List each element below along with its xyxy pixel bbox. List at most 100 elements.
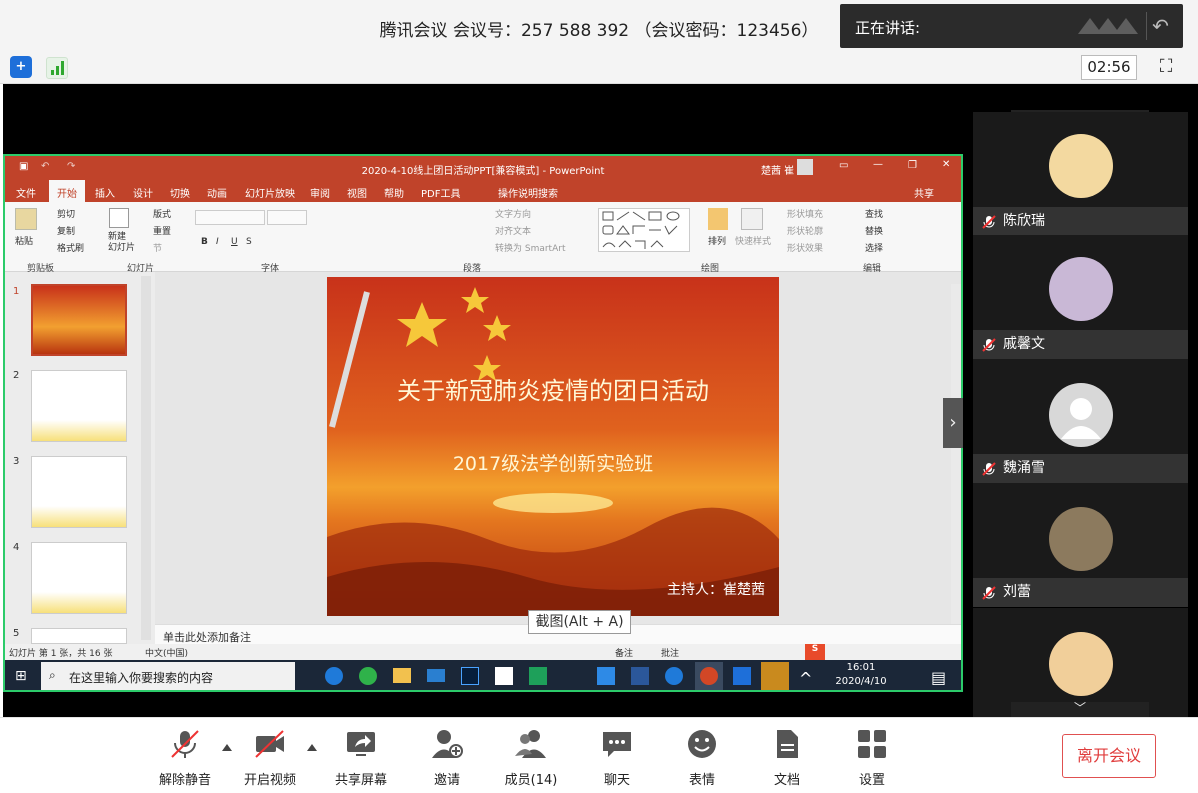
- photoshop-icon[interactable]: [461, 667, 479, 685]
- align-text-button[interactable]: 对齐文本: [495, 224, 531, 237]
- security-shield-icon[interactable]: +: [10, 56, 32, 78]
- pinned-app-icon[interactable]: [761, 662, 789, 690]
- participant-tile[interactable]: 戚馨文: [973, 235, 1188, 359]
- share-button[interactable]: 共享: [914, 185, 934, 200]
- powerpoint-taskbar-item[interactable]: [695, 662, 723, 690]
- shape-effects-button[interactable]: 形状效果: [787, 241, 823, 254]
- ie-icon[interactable]: [665, 667, 683, 685]
- slide-thumbnail[interactable]: [31, 370, 127, 442]
- collapse-speaking-icon[interactable]: ↶: [1146, 12, 1174, 40]
- copy-button[interactable]: 复制: [57, 224, 75, 237]
- mail-icon[interactable]: [427, 669, 445, 682]
- user-avatar[interactable]: [797, 159, 813, 175]
- scroll-down-chevron-icon[interactable]: ﹀: [1011, 702, 1149, 717]
- ribbon-display-icon[interactable]: ▭: [839, 160, 848, 171]
- select-button[interactable]: 选择: [865, 241, 883, 254]
- tab-view[interactable]: 视图: [347, 185, 367, 200]
- chat-button[interactable]: 聊天: [582, 727, 652, 788]
- font-name-select[interactable]: [195, 210, 265, 225]
- tencent-meeting-icon[interactable]: [733, 667, 751, 685]
- tab-design[interactable]: 设计: [133, 185, 153, 200]
- participant-tile[interactable]: 陈欣瑞: [973, 112, 1188, 236]
- word-icon[interactable]: [631, 667, 649, 685]
- settings-button[interactable]: 设置: [837, 727, 907, 788]
- slide-thumbnail[interactable]: [31, 542, 127, 614]
- close-icon[interactable]: ✕: [942, 159, 950, 170]
- comments-toggle[interactable]: 批注: [661, 646, 679, 659]
- tab-review[interactable]: 审阅: [310, 185, 330, 200]
- file-explorer-icon[interactable]: [393, 668, 411, 683]
- italic-button[interactable]: I: [216, 237, 219, 247]
- sogou-ime-icon[interactable]: S: [805, 644, 825, 660]
- font-size-select[interactable]: [267, 210, 307, 225]
- shape-outline-button[interactable]: 形状轮廓: [787, 224, 823, 237]
- shapes-gallery[interactable]: [598, 208, 690, 252]
- participant-tile[interactable]: 刘蕾: [973, 483, 1188, 607]
- shape-fill-button[interactable]: 形状填充: [787, 207, 823, 220]
- new-slide-icon[interactable]: [109, 208, 129, 228]
- fullscreen-icon[interactable]: ⛶: [1155, 56, 1177, 78]
- tab-pdf-tools[interactable]: PDF工具: [421, 185, 460, 200]
- taskbar-time[interactable]: 16:01: [831, 662, 891, 673]
- tab-animations[interactable]: 动画: [207, 185, 227, 200]
- language-status[interactable]: 中文(中国): [145, 646, 188, 659]
- audio-options-caret-icon[interactable]: [222, 744, 232, 751]
- emoji-button[interactable]: 表情: [667, 727, 737, 788]
- slide-scrollbar[interactable]: [951, 284, 961, 624]
- minimize-icon[interactable]: —: [873, 159, 883, 170]
- app-360-icon[interactable]: [359, 667, 377, 685]
- slide-thumbnail[interactable]: [31, 284, 127, 356]
- layout-button[interactable]: 版式: [153, 207, 171, 220]
- next-page-arrow-icon[interactable]: ›: [943, 398, 963, 448]
- tray-chevron-icon[interactable]: ^: [799, 669, 812, 688]
- restore-icon[interactable]: ❐: [908, 160, 917, 171]
- tab-transitions[interactable]: 切换: [170, 185, 190, 200]
- tab-tell-me[interactable]: 操作说明搜索: [498, 185, 558, 200]
- leave-meeting-button[interactable]: 离开会议: [1062, 734, 1156, 778]
- tab-insert[interactable]: 插入: [95, 185, 115, 200]
- tab-file[interactable]: 文件: [16, 185, 36, 200]
- new-slide-button[interactable]: 新建 幻灯片: [108, 232, 135, 254]
- format-painter-button[interactable]: 格式刷: [57, 241, 84, 254]
- paste-button[interactable]: 粘贴: [15, 234, 33, 247]
- section-button[interactable]: 节: [153, 241, 162, 254]
- tab-home[interactable]: 开始: [49, 180, 85, 202]
- current-slide[interactable]: 关于新冠肺炎疫情的团日活动 2017级法学创新实验班 主持人：崔楚茜: [327, 277, 779, 616]
- video-options-caret-icon[interactable]: [307, 744, 317, 751]
- shadow-button[interactable]: S: [246, 237, 252, 247]
- docs-button[interactable]: 文档: [752, 727, 822, 788]
- arrange-icon[interactable]: [708, 208, 728, 230]
- zhi-app-icon[interactable]: [597, 667, 615, 685]
- edge-icon[interactable]: [325, 667, 343, 685]
- thumbs-scrollbar[interactable]: [141, 276, 151, 640]
- find-button[interactable]: 查找: [865, 207, 883, 220]
- network-signal-icon[interactable]: [46, 57, 68, 79]
- share-screen-button[interactable]: 共享屏幕: [326, 727, 396, 788]
- reset-button[interactable]: 重置: [153, 224, 171, 237]
- paste-icon[interactable]: [15, 208, 37, 230]
- quick-styles-button[interactable]: 快速样式: [735, 234, 771, 247]
- convert-smartart-button[interactable]: 转换为 SmartArt: [495, 241, 565, 254]
- taskbar-date[interactable]: 2020/4/10: [831, 676, 891, 687]
- invite-button[interactable]: 邀请: [412, 727, 482, 788]
- notes-toggle[interactable]: 备注: [615, 646, 633, 659]
- members-button[interactable]: 成员(14): [496, 727, 566, 788]
- taskbar-search[interactable]: ⌕ 在这里输入你要搜索的内容: [41, 662, 295, 690]
- replace-button[interactable]: 替换: [865, 224, 883, 237]
- windows-start-icon[interactable]: ⊞: [15, 668, 27, 684]
- participant-tile[interactable]: 魏涌雪: [973, 359, 1188, 483]
- underline-button[interactable]: U: [231, 237, 238, 247]
- tab-help[interactable]: 帮助: [384, 185, 404, 200]
- slide-thumbnail[interactable]: [31, 628, 127, 644]
- cut-button[interactable]: 剪切: [57, 207, 75, 220]
- security-app-icon[interactable]: [529, 667, 547, 685]
- text-direction-button[interactable]: 文字方向: [495, 207, 531, 220]
- quick-styles-icon[interactable]: [741, 208, 763, 230]
- action-center-icon[interactable]: ▤: [931, 668, 946, 687]
- arrange-button[interactable]: 排列: [708, 234, 726, 247]
- app-m-icon[interactable]: [495, 667, 513, 685]
- tab-slideshow[interactable]: 幻灯片放映: [245, 185, 295, 200]
- bold-button[interactable]: B: [201, 237, 208, 247]
- slide-thumbnail[interactable]: [31, 456, 127, 528]
- start-video-button[interactable]: 开启视频: [235, 727, 305, 788]
